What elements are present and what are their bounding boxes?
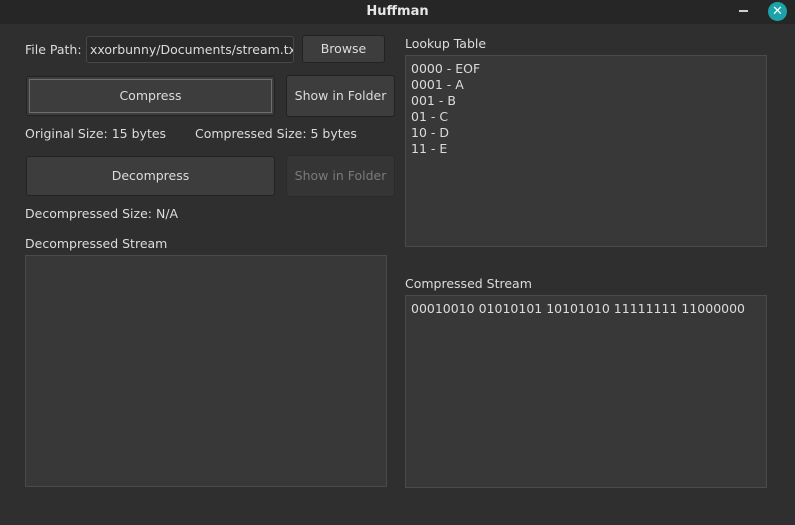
browse-button[interactable]: Browse: [302, 35, 385, 63]
lookup-table-textarea[interactable]: 0000 - EOF 0001 - A 001 - B 01 - C 10 - …: [405, 55, 767, 247]
lookup-entry-c: 01 - C: [411, 109, 449, 124]
lookup-entry-e: 11 - E: [411, 141, 448, 156]
compressed-stream-label: Compressed Stream: [405, 276, 532, 291]
lookup-entry-eof: 0000 - EOF: [411, 61, 481, 76]
decompress-button[interactable]: Decompress: [26, 156, 275, 196]
file-path-input[interactable]: xxorbunny/Documents/stream.txt: [86, 36, 294, 63]
decompress-show-in-folder-button: Show in Folder: [286, 155, 395, 197]
minimize-icon: [739, 10, 748, 12]
file-path-label: File Path:: [25, 42, 82, 57]
title-bar: Huffman ✕: [0, 0, 795, 24]
minimize-button[interactable]: [734, 2, 754, 22]
window-title: Huffman: [366, 4, 429, 19]
close-button[interactable]: ✕: [768, 2, 787, 21]
compress-button[interactable]: Compress: [26, 76, 275, 116]
decompressed-stream-textarea[interactable]: [25, 255, 387, 487]
compress-show-in-folder-button[interactable]: Show in Folder: [286, 75, 395, 117]
decompressed-stream-label: Decompressed Stream: [25, 236, 168, 251]
decompressed-size-label: Decompressed Size: N/A: [25, 206, 179, 221]
compressed-stream-content: 00010010 01010101 10101010 11111111 1100…: [411, 301, 746, 316]
lookup-entry-b: 001 - B: [411, 93, 456, 108]
lookup-entry-d: 10 - D: [411, 125, 449, 140]
original-size-label: Original Size: 15 bytes: [25, 126, 167, 141]
compressed-stream-textarea[interactable]: 00010010 01010101 10101010 11111111 1100…: [405, 295, 767, 488]
lookup-entry-a: 0001 - A: [411, 77, 464, 92]
lookup-table-label: Lookup Table: [405, 36, 487, 51]
compressed-size-label: Compressed Size: 5 bytes: [195, 126, 357, 141]
close-icon: ✕: [772, 4, 783, 19]
